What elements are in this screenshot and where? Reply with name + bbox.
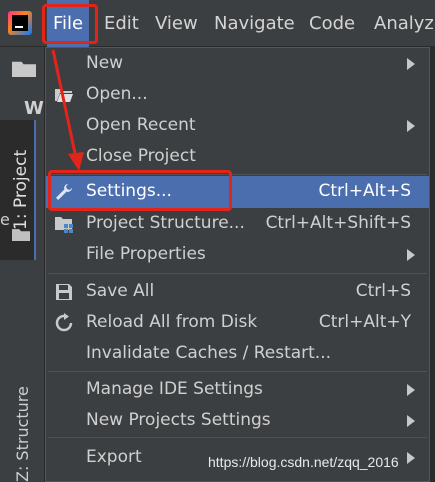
menu-item-label: New [86, 53, 124, 73]
menu-item-label: Reload All from Disk [86, 312, 258, 332]
menu-item-project-structure[interactable]: Project Structure... Ctrl+Alt+Shift+S [46, 208, 429, 240]
file-menu-dropdown: New Open... Open Recent Close Project Se… [45, 47, 430, 482]
structure-tab-label[interactable]: Z: Structure [13, 386, 32, 482]
menu-item-label: Close Project [86, 146, 196, 166]
reload-icon [55, 313, 73, 332]
submenu-arrow-icon [407, 384, 415, 396]
shortcut-text: Ctrl+Alt+Y [318, 312, 411, 332]
menu-item-new-projects-settings[interactable]: New Projects Settings [46, 405, 429, 437]
menu-separator [48, 371, 427, 372]
menu-item-label: Export [86, 447, 142, 467]
menu-item-label: Open... [86, 84, 148, 104]
menu-code[interactable]: Code [303, 0, 361, 47]
editor-background [430, 47, 435, 482]
menu-item-close-project[interactable]: Close Project [46, 141, 429, 173]
submenu-arrow-icon [407, 452, 415, 464]
open-folder-icon [55, 89, 73, 102]
menu-item-label: Project Structure... [86, 213, 245, 233]
menu-separator [48, 273, 427, 274]
menu-item-label: New Projects Settings [86, 410, 271, 430]
menu-item-label: Open Recent [86, 115, 196, 135]
menu-item-reload-all[interactable]: Reload All from Disk Ctrl+Alt+Y [46, 307, 429, 339]
menu-separator [48, 437, 427, 438]
shortcut-text: Ctrl+Alt+Shift+S [265, 213, 411, 233]
menu-item-open-recent[interactable]: Open Recent [46, 110, 429, 142]
menu-item-label: Manage IDE Settings [86, 379, 263, 399]
submenu-arrow-icon [407, 120, 415, 132]
menu-item-label: File Properties [86, 244, 206, 264]
editor-fragment: e [0, 210, 10, 229]
file-menu-highlight-box [42, 4, 98, 44]
watermark: https://blog.csdn.net/zqq_2016 [208, 454, 399, 470]
menu-edit[interactable]: Edit [98, 0, 145, 47]
menu-item-save-all[interactable]: Save All Ctrl+S [46, 276, 429, 308]
project-structure-icon [55, 217, 73, 233]
menu-navigate[interactable]: Navigate [208, 0, 301, 47]
menu-item-invalidate-caches[interactable]: Invalidate Caches / Restart... [46, 338, 429, 370]
menu-item-open[interactable]: Open... [46, 79, 429, 111]
submenu-arrow-icon [407, 249, 415, 261]
intellij-logo-icon [8, 11, 32, 35]
shortcut-text: Ctrl+S [355, 281, 411, 301]
menu-item-label: Invalidate Caches / Restart... [86, 343, 332, 363]
save-icon [56, 284, 72, 300]
menu-item-label: Save All [86, 281, 155, 301]
submenu-arrow-icon [407, 58, 415, 70]
menu-item-file-properties[interactable]: File Properties [46, 239, 429, 271]
project-tab-label: 1: Project [11, 149, 31, 230]
submenu-arrow-icon [407, 415, 415, 427]
menu-analyze[interactable]: Analyze [368, 0, 435, 47]
menu-item-new[interactable]: New [46, 48, 429, 80]
shortcut-text: Ctrl+Alt+S [318, 181, 411, 201]
menu-item-manage-ide-settings[interactable]: Manage IDE Settings [46, 374, 429, 406]
menu-view[interactable]: View [149, 0, 204, 47]
settings-highlight-box [48, 170, 232, 211]
